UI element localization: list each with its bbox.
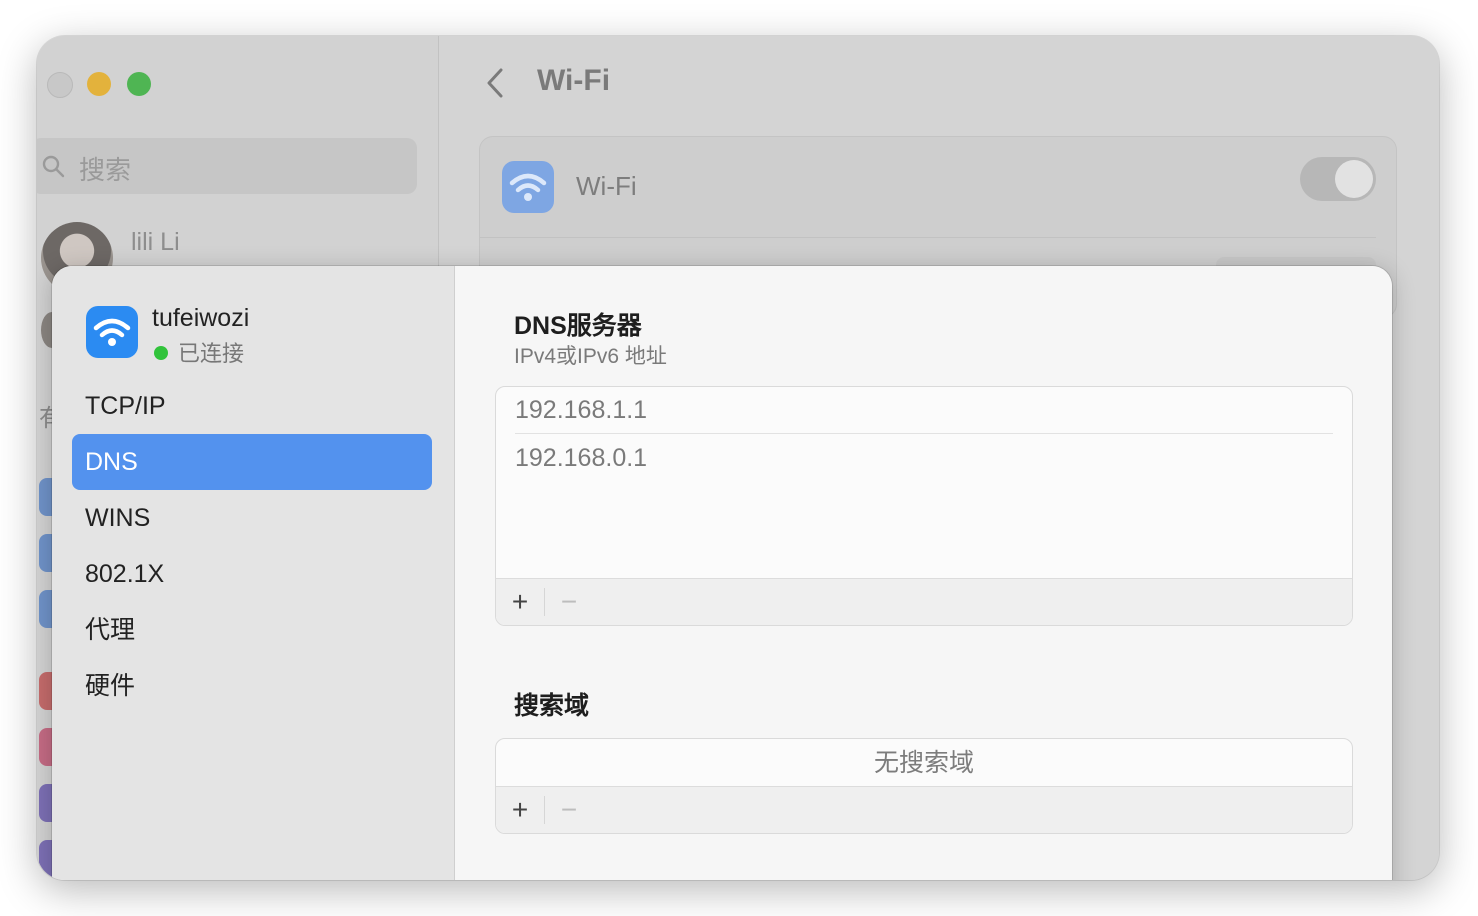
search-domains-title: 搜索域 xyxy=(514,692,590,720)
wifi-label: Wi-Fi xyxy=(576,171,637,201)
bluetooth-sidebar-icon[interactable] xyxy=(39,534,53,572)
notifications-sidebar-icon[interactable] xyxy=(39,672,53,710)
dns-server-list: 192.168.1.1 192.168.0.1 + − xyxy=(495,386,1353,626)
toggle-knob xyxy=(1335,160,1373,198)
system-settings-window: 搜索 lili Li 有 Wi-Fi Wi-Fi tufeiwozi 已连接 T… xyxy=(37,36,1439,880)
dns-servers-subtitle: IPv4或IPv6 地址 xyxy=(514,345,667,368)
wifi-sidebar-icon[interactable] xyxy=(39,478,53,516)
wifi-toggle[interactable] xyxy=(1300,157,1376,201)
status-text: 已连接 xyxy=(178,341,245,366)
row-divider xyxy=(515,433,1333,434)
search-placeholder: 搜索 xyxy=(79,155,132,185)
dns-list-toolbar: + − xyxy=(496,578,1352,625)
sheet-nav: TCP/IP DNS WINS 802.1X 代理 硬件 xyxy=(72,378,432,714)
screen-time-sidebar-icon[interactable] xyxy=(39,840,53,878)
add-search-domain-button[interactable]: + xyxy=(496,787,544,833)
nav-item-8021x[interactable]: 802.1X xyxy=(72,546,432,602)
nav-item-wins[interactable]: WINS xyxy=(72,490,432,546)
nav-item-hardware[interactable]: 硬件 xyxy=(72,658,432,714)
sound-sidebar-icon[interactable] xyxy=(39,728,53,766)
wifi-icon xyxy=(86,306,138,358)
user-name[interactable]: lili Li xyxy=(131,228,180,257)
dns-server-row[interactable]: 192.168.1.1 xyxy=(515,387,1333,433)
dns-servers-title: DNS服务器 xyxy=(514,312,642,340)
network-name: tufeiwozi xyxy=(152,304,250,332)
network-sidebar-icon[interactable] xyxy=(39,590,53,628)
remove-search-domain-button[interactable]: − xyxy=(545,787,593,833)
nav-item-tcpip[interactable]: TCP/IP xyxy=(72,378,432,434)
card-divider xyxy=(480,237,1376,238)
zoom-window-button[interactable] xyxy=(127,72,151,96)
close-window-button[interactable] xyxy=(47,72,73,98)
sheet-sidebar: tufeiwozi 已连接 TCP/IP DNS WINS 802.1X 代理 … xyxy=(52,266,455,880)
dns-server-row[interactable]: 192.168.0.1 xyxy=(515,435,1333,481)
dns-pane: DNS服务器 IPv4或IPv6 地址 192.168.1.1 192.168.… xyxy=(455,266,1392,880)
wifi-icon xyxy=(502,161,554,213)
search-domain-toolbar: + − xyxy=(496,786,1352,833)
sidebar-search-input[interactable]: 搜索 xyxy=(37,138,417,194)
status-dot-icon xyxy=(154,346,168,361)
remove-dns-server-button[interactable]: − xyxy=(545,579,593,625)
connection-status: 已连接 xyxy=(154,336,244,368)
back-chevron-icon[interactable] xyxy=(481,66,511,100)
add-dns-server-button[interactable]: + xyxy=(496,579,544,625)
search-domain-list: 无搜索域 + − xyxy=(495,738,1353,834)
focus-sidebar-icon[interactable] xyxy=(39,784,53,822)
nav-item-proxy[interactable]: 代理 xyxy=(72,602,432,658)
network-details-sheet: tufeiwozi 已连接 TCP/IP DNS WINS 802.1X 代理 … xyxy=(52,266,1392,880)
page-title: Wi-Fi xyxy=(537,64,611,97)
empty-search-domains-text: 无搜索域 xyxy=(873,749,974,777)
nav-item-dns[interactable]: DNS xyxy=(72,434,432,490)
minimize-window-button[interactable] xyxy=(87,72,111,96)
search-icon xyxy=(42,155,65,178)
